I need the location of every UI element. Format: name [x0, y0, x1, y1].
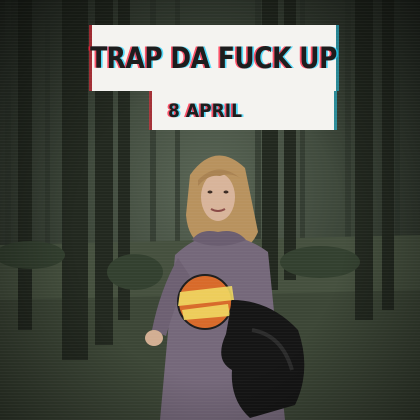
- left-hand: [145, 330, 163, 346]
- date-banner: 8 APRIL: [152, 91, 334, 130]
- right-eye: [223, 190, 229, 194]
- poster: TRAP DA FUCK UP 8 APRIL: [0, 0, 420, 420]
- poster-title: TRAP DA FUCK UP: [90, 41, 338, 75]
- santa-cruz-logo: [177, 274, 234, 330]
- face: [201, 173, 235, 221]
- left-eye: [207, 190, 213, 194]
- title-banner: TRAP DA FUCK UP: [90, 25, 338, 91]
- poster-date: 8 APRIL: [168, 99, 243, 122]
